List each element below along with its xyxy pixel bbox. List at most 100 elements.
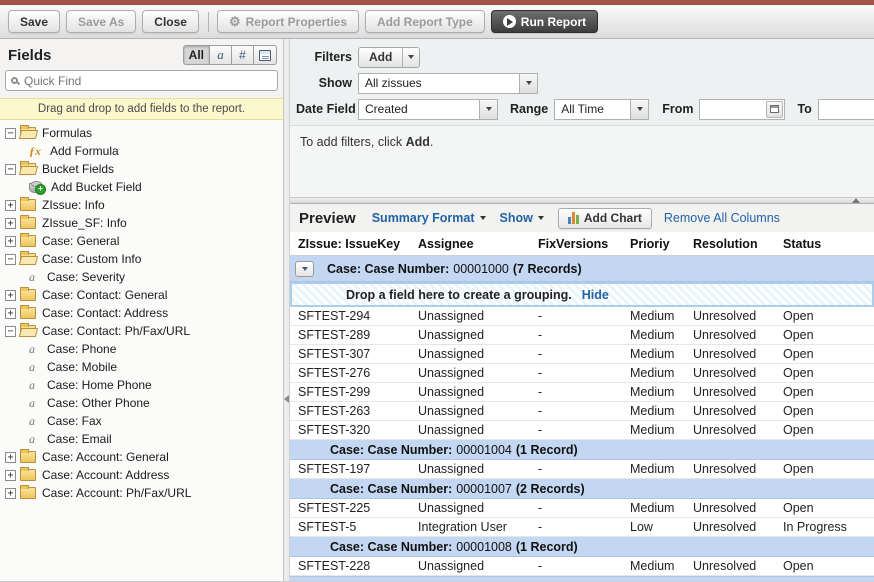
filter-all-button[interactable]: All [183,45,210,65]
field-tree-item[interactable]: −Case: Contact: Ph/Fax/URL [0,322,283,340]
folder-icon [20,217,36,229]
toolbar-divider [208,12,209,32]
open-folder-icon [20,127,36,139]
folder-icon [20,451,36,463]
save-button[interactable]: Save [8,10,60,33]
horizontal-splitter[interactable] [290,197,874,204]
table-row[interactable]: SFTEST-307Unassigned-MediumUnresolvedOpe… [290,345,874,364]
quick-find-input[interactable] [24,74,272,88]
field-tree-item[interactable]: +Case: Account: General [0,448,283,466]
table-cell: - [530,559,622,573]
column-header[interactable]: FixVersions [530,237,622,251]
to-date-input[interactable] [819,102,874,116]
range-select-value: All Time [555,102,630,116]
filter-number-button[interactable]: # [232,45,254,65]
filter-text-button[interactable]: a [210,45,232,65]
field-tree-item[interactable]: +Case: General [0,232,283,250]
table-cell: - [530,328,622,342]
field-tree-item[interactable]: aCase: Other Phone [0,394,283,412]
expand-icon[interactable]: + [5,290,16,301]
field-tree-item[interactable]: −Case: Custom Info [0,250,283,268]
field-tree-item[interactable]: aCase: Severity [0,268,283,286]
table-header-row: ZIssue: IssueKeyAssigneeFixVersionsPrior… [290,232,874,256]
field-tree-item[interactable]: aCase: Fax [0,412,283,430]
collapse-icon[interactable]: − [5,128,16,139]
vertical-splitter[interactable] [284,39,290,582]
splitter-grip-icon [852,198,860,203]
table-row[interactable]: SFTEST-197Unassigned-MediumUnresolvedOpe… [290,460,874,479]
chevron-down-icon [480,216,486,220]
group-label: Case: Case Number: [330,443,452,457]
table-row[interactable]: SFTEST-5Integration User-LowUnresolvedIn… [290,518,874,537]
table-row[interactable]: SFTEST-289Unassigned-MediumUnresolvedOpe… [290,326,874,345]
date-field-label: Date Field [296,102,352,116]
expand-icon[interactable]: + [5,308,16,319]
table-cell: Medium [622,501,685,515]
field-tree-item[interactable]: −Bucket Fields [0,160,283,178]
add-filter-button[interactable]: Add [358,47,420,68]
field-tree-item[interactable]: aCase: Home Phone [0,376,283,394]
field-tree-item[interactable]: +Case: Account: Ph/Fax/URL [0,484,283,502]
table-row[interactable]: SFTEST-294Unassigned-MediumUnresolvedOpe… [290,307,874,326]
field-tree-item[interactable]: aCase: Mobile [0,358,283,376]
expand-icon[interactable]: + [5,488,16,499]
hide-link[interactable]: Hide [582,288,609,302]
expand-icon[interactable]: + [5,200,16,211]
remove-all-columns-link[interactable]: Remove All Columns [664,211,780,225]
field-tree-item[interactable]: +ZIssue_SF: Info [0,214,283,232]
report-properties-button[interactable]: ⚙ Report Properties [217,10,359,33]
table-row[interactable]: SFTEST-263Unassigned-MediumUnresolvedOpe… [290,402,874,421]
field-tree-item[interactable]: +Case: Account: Address [0,466,283,484]
field-tree-item[interactable]: aCase: Phone [0,340,283,358]
from-calendar-button[interactable] [766,101,783,118]
column-header[interactable]: ZIssue: IssueKey [290,237,410,251]
column-header[interactable]: Resolution [685,237,775,251]
collapse-icon[interactable]: − [5,326,16,337]
table-cell: - [530,309,622,323]
add-chart-button[interactable]: Add Chart [558,208,652,229]
summary-format-menu[interactable]: Summary Format [372,211,486,225]
field-tree-item[interactable]: +ZIssue: Info [0,196,283,214]
field-tree-item[interactable]: −Formulas [0,124,283,142]
table-row[interactable]: SFTEST-228Unassigned-MediumUnresolvedOpe… [290,557,874,576]
grouping-dropzone[interactable]: Drop a field here to create a grouping.H… [290,282,874,307]
field-tree-item[interactable]: Add Bucket Field [0,178,283,196]
field-tree-label: Case: Phone [47,342,116,356]
folder-icon [20,487,36,499]
expand-icon[interactable]: + [5,236,16,247]
expand-icon[interactable]: + [5,470,16,481]
column-header[interactable]: Prioriy [622,237,685,251]
run-report-button[interactable]: Run Report [491,10,598,33]
field-tree-item[interactable]: +Case: Contact: Address [0,304,283,322]
table-cell: Medium [622,366,685,380]
hint-add-word: Add [406,135,430,149]
show-menu[interactable]: Show [500,211,544,225]
expand-icon[interactable]: + [5,218,16,229]
expand-icon[interactable]: + [5,452,16,463]
collapse-icon[interactable]: − [5,254,16,265]
table-row[interactable]: SFTEST-299Unassigned-MediumUnresolvedOpe… [290,383,874,402]
table-cell: SFTEST-320 [290,423,410,437]
field-tree-item[interactable]: +Case: Contact: General [0,286,283,304]
column-header[interactable]: Status [775,237,874,251]
preview-header: Preview Summary Format Show Add Chart Re… [290,204,874,232]
collapse-icon[interactable]: − [5,164,16,175]
table-row[interactable]: SFTEST-320Unassigned-MediumUnresolvedOpe… [290,421,874,440]
table-row[interactable]: SFTEST-225Unassigned-MediumUnresolvedOpe… [290,499,874,518]
range-select[interactable]: All Time [554,99,649,120]
field-tree-item[interactable]: aCase: Email [0,430,283,448]
text-type-icon: a [217,47,224,63]
save-as-button[interactable]: Save As [66,10,136,33]
group-menu-button[interactable] [295,261,314,277]
table-cell: Unassigned [410,385,530,399]
column-header[interactable]: Assignee [410,237,530,251]
add-report-type-button[interactable]: Add Report Type [365,10,485,33]
date-field-select[interactable]: Created [358,99,498,120]
group-count: (7 Records) [513,262,582,276]
show-select[interactable]: All zissues [358,73,538,94]
field-tree-item[interactable]: ƒxAdd Formula [0,142,283,160]
close-button[interactable]: Close [142,10,199,33]
from-date-input[interactable] [700,102,766,116]
table-row[interactable]: SFTEST-276Unassigned-MediumUnresolvedOpe… [290,364,874,383]
filter-date-button[interactable] [254,45,277,65]
